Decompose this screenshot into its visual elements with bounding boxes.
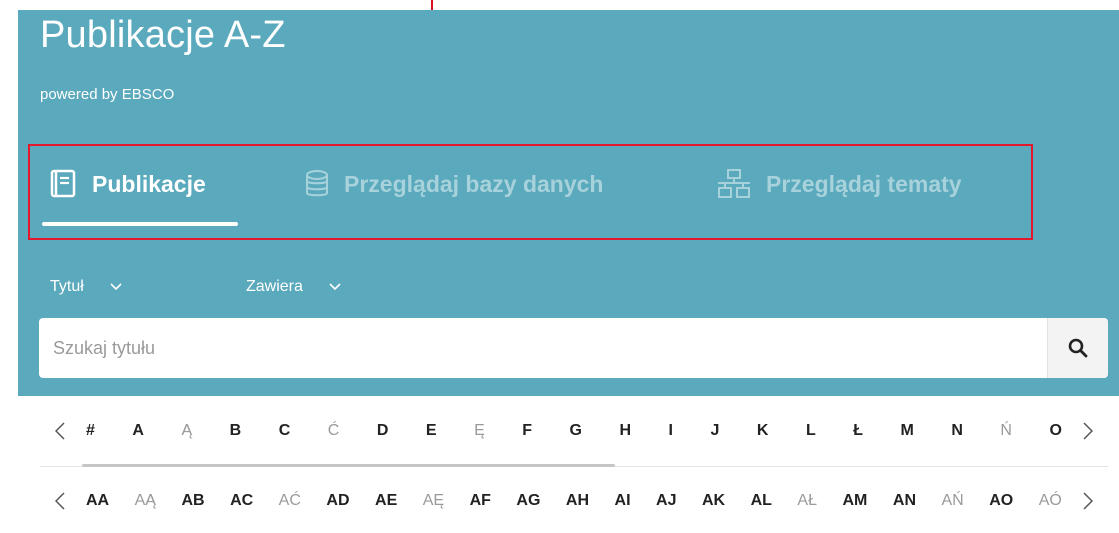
chevron-right-icon	[1083, 492, 1093, 510]
sub-alphabet-letter: AÓ	[1038, 492, 1062, 509]
sub-alphabet-letter[interactable]: AK	[702, 492, 725, 510]
alphabet-letter[interactable]: E	[426, 422, 437, 440]
tab-browse-subjects[interactable]: Przeglądaj tematy	[716, 162, 962, 206]
alphabet-letter[interactable]: N	[951, 422, 963, 440]
sub-alphabet-letter: AŁ	[797, 492, 817, 509]
alphabet-letter[interactable]: M	[901, 422, 914, 440]
alphabet-letter: Ń	[1000, 422, 1012, 439]
alphabet-next-button[interactable]	[1068, 422, 1108, 440]
sub-alphabet-letters: AA AĄ AB AC AĆ AD AE AĘ AF AG AH AI AJ AK AL AŁ AM AN AŃ AO…	[80, 492, 1068, 510]
alphabet-letter[interactable]: O	[1049, 422, 1061, 440]
tab-publications-label: Publikacje	[92, 170, 206, 197]
search-input[interactable]	[39, 318, 1047, 378]
sub-alphabet-letter[interactable]: AF	[470, 492, 491, 510]
sub-alphabet-letter[interactable]: AM	[843, 492, 868, 510]
alphabet-letter[interactable]: B	[230, 422, 242, 440]
alphabet-letter[interactable]: A	[132, 422, 144, 440]
alphabet-letter: Ć	[327, 422, 340, 439]
tab-publications[interactable]: Publikacje	[50, 162, 206, 206]
alphabet-letter: Ę	[474, 422, 485, 439]
tab-browse-subjects-label: Przeglądaj tematy	[766, 170, 962, 197]
alphabet-letter[interactable]: K	[757, 422, 769, 440]
match-dropdown-value: Zawiera	[246, 278, 303, 295]
sub-alphabet-letter[interactable]: AN	[893, 492, 916, 510]
alphabet-letter[interactable]: J	[710, 422, 719, 440]
search-icon	[1068, 338, 1088, 358]
alphabet-letter: Ą	[181, 422, 193, 439]
alphabet-nav: # A Ą B C Ć D E Ę F G H I J K L Ł M N Ń O	[40, 402, 1108, 460]
alphabet-letter[interactable]: G	[570, 422, 582, 440]
tab-browse-databases-label: Przeglądaj bazy danych	[344, 170, 604, 197]
alphabet-letter[interactable]: I	[669, 422, 673, 440]
sub-alphabet-letter[interactable]: AD	[326, 492, 349, 510]
sub-alphabet-letter[interactable]: AI	[615, 492, 631, 510]
sub-alphabet-letter[interactable]: AC	[230, 492, 253, 510]
alphabet-letter[interactable]: Ł	[853, 422, 863, 440]
sub-alphabet-letter: AĘ	[422, 492, 445, 509]
sub-alphabet-letter[interactable]: AE	[375, 492, 397, 510]
sub-alphabet-prev-button[interactable]	[40, 492, 80, 510]
sub-alphabet-letter[interactable]: AJ	[656, 492, 676, 510]
database-icon	[306, 170, 328, 197]
alphabet-letter[interactable]: L	[806, 422, 816, 440]
alphabet-letter[interactable]: #	[86, 422, 95, 440]
chevron-left-icon	[55, 422, 65, 440]
sub-alphabet-letter[interactable]: AL	[751, 492, 772, 510]
book-icon	[50, 169, 76, 198]
field-dropdown-value: Tytuł	[50, 278, 84, 295]
alphabet-letter[interactable]: F	[522, 422, 532, 440]
sub-alphabet-nav: AA AĄ AB AC AĆ AD AE AĘ AF AG AH AI AJ AK AL AŁ AM AN AŃ AO…	[40, 472, 1108, 530]
alphabet-letters: # A Ą B C Ć D E Ę F G H I J K L Ł M N Ń O	[80, 422, 1068, 440]
search-button[interactable]	[1047, 318, 1108, 378]
sub-alphabet-letter[interactable]: AB	[181, 492, 204, 510]
alphabet-letter[interactable]: D	[377, 422, 389, 440]
alphabet-letter[interactable]: H	[619, 422, 631, 440]
page-subtitle: powered by EBSCO	[40, 86, 175, 103]
sub-alphabet-letter: AŃ	[941, 492, 964, 509]
chevron-left-icon	[55, 492, 65, 510]
sub-alphabet-letter[interactable]: AH	[566, 492, 589, 510]
page-title: Publikacje A-Z	[40, 14, 286, 56]
sub-alphabet-next-button[interactable]	[1068, 492, 1108, 510]
alphabet-prev-button[interactable]	[40, 422, 80, 440]
sub-alphabet-letter: AĆ	[278, 492, 301, 509]
chevron-right-icon	[1083, 422, 1093, 440]
tab-browse-databases[interactable]: Przeglądaj bazy danych	[304, 162, 603, 206]
match-dropdown[interactable]: Zawiera	[246, 276, 341, 298]
sitemap-icon	[718, 169, 750, 198]
alphabet-scrollbar[interactable]	[82, 464, 615, 467]
sub-alphabet-letter[interactable]: AA	[86, 492, 109, 510]
search-bar	[39, 318, 1108, 378]
active-tab-indicator	[42, 222, 238, 226]
sub-alphabet-letter[interactable]: AO	[989, 492, 1013, 510]
sub-alphabet-letter[interactable]: AG	[516, 492, 540, 510]
chevron-down-icon	[110, 283, 122, 291]
sub-alphabet-letter: AĄ	[134, 492, 156, 509]
field-dropdown[interactable]: Tytuł	[50, 276, 122, 298]
chevron-down-icon	[329, 283, 341, 291]
alphabet-letter[interactable]: C	[279, 422, 291, 440]
